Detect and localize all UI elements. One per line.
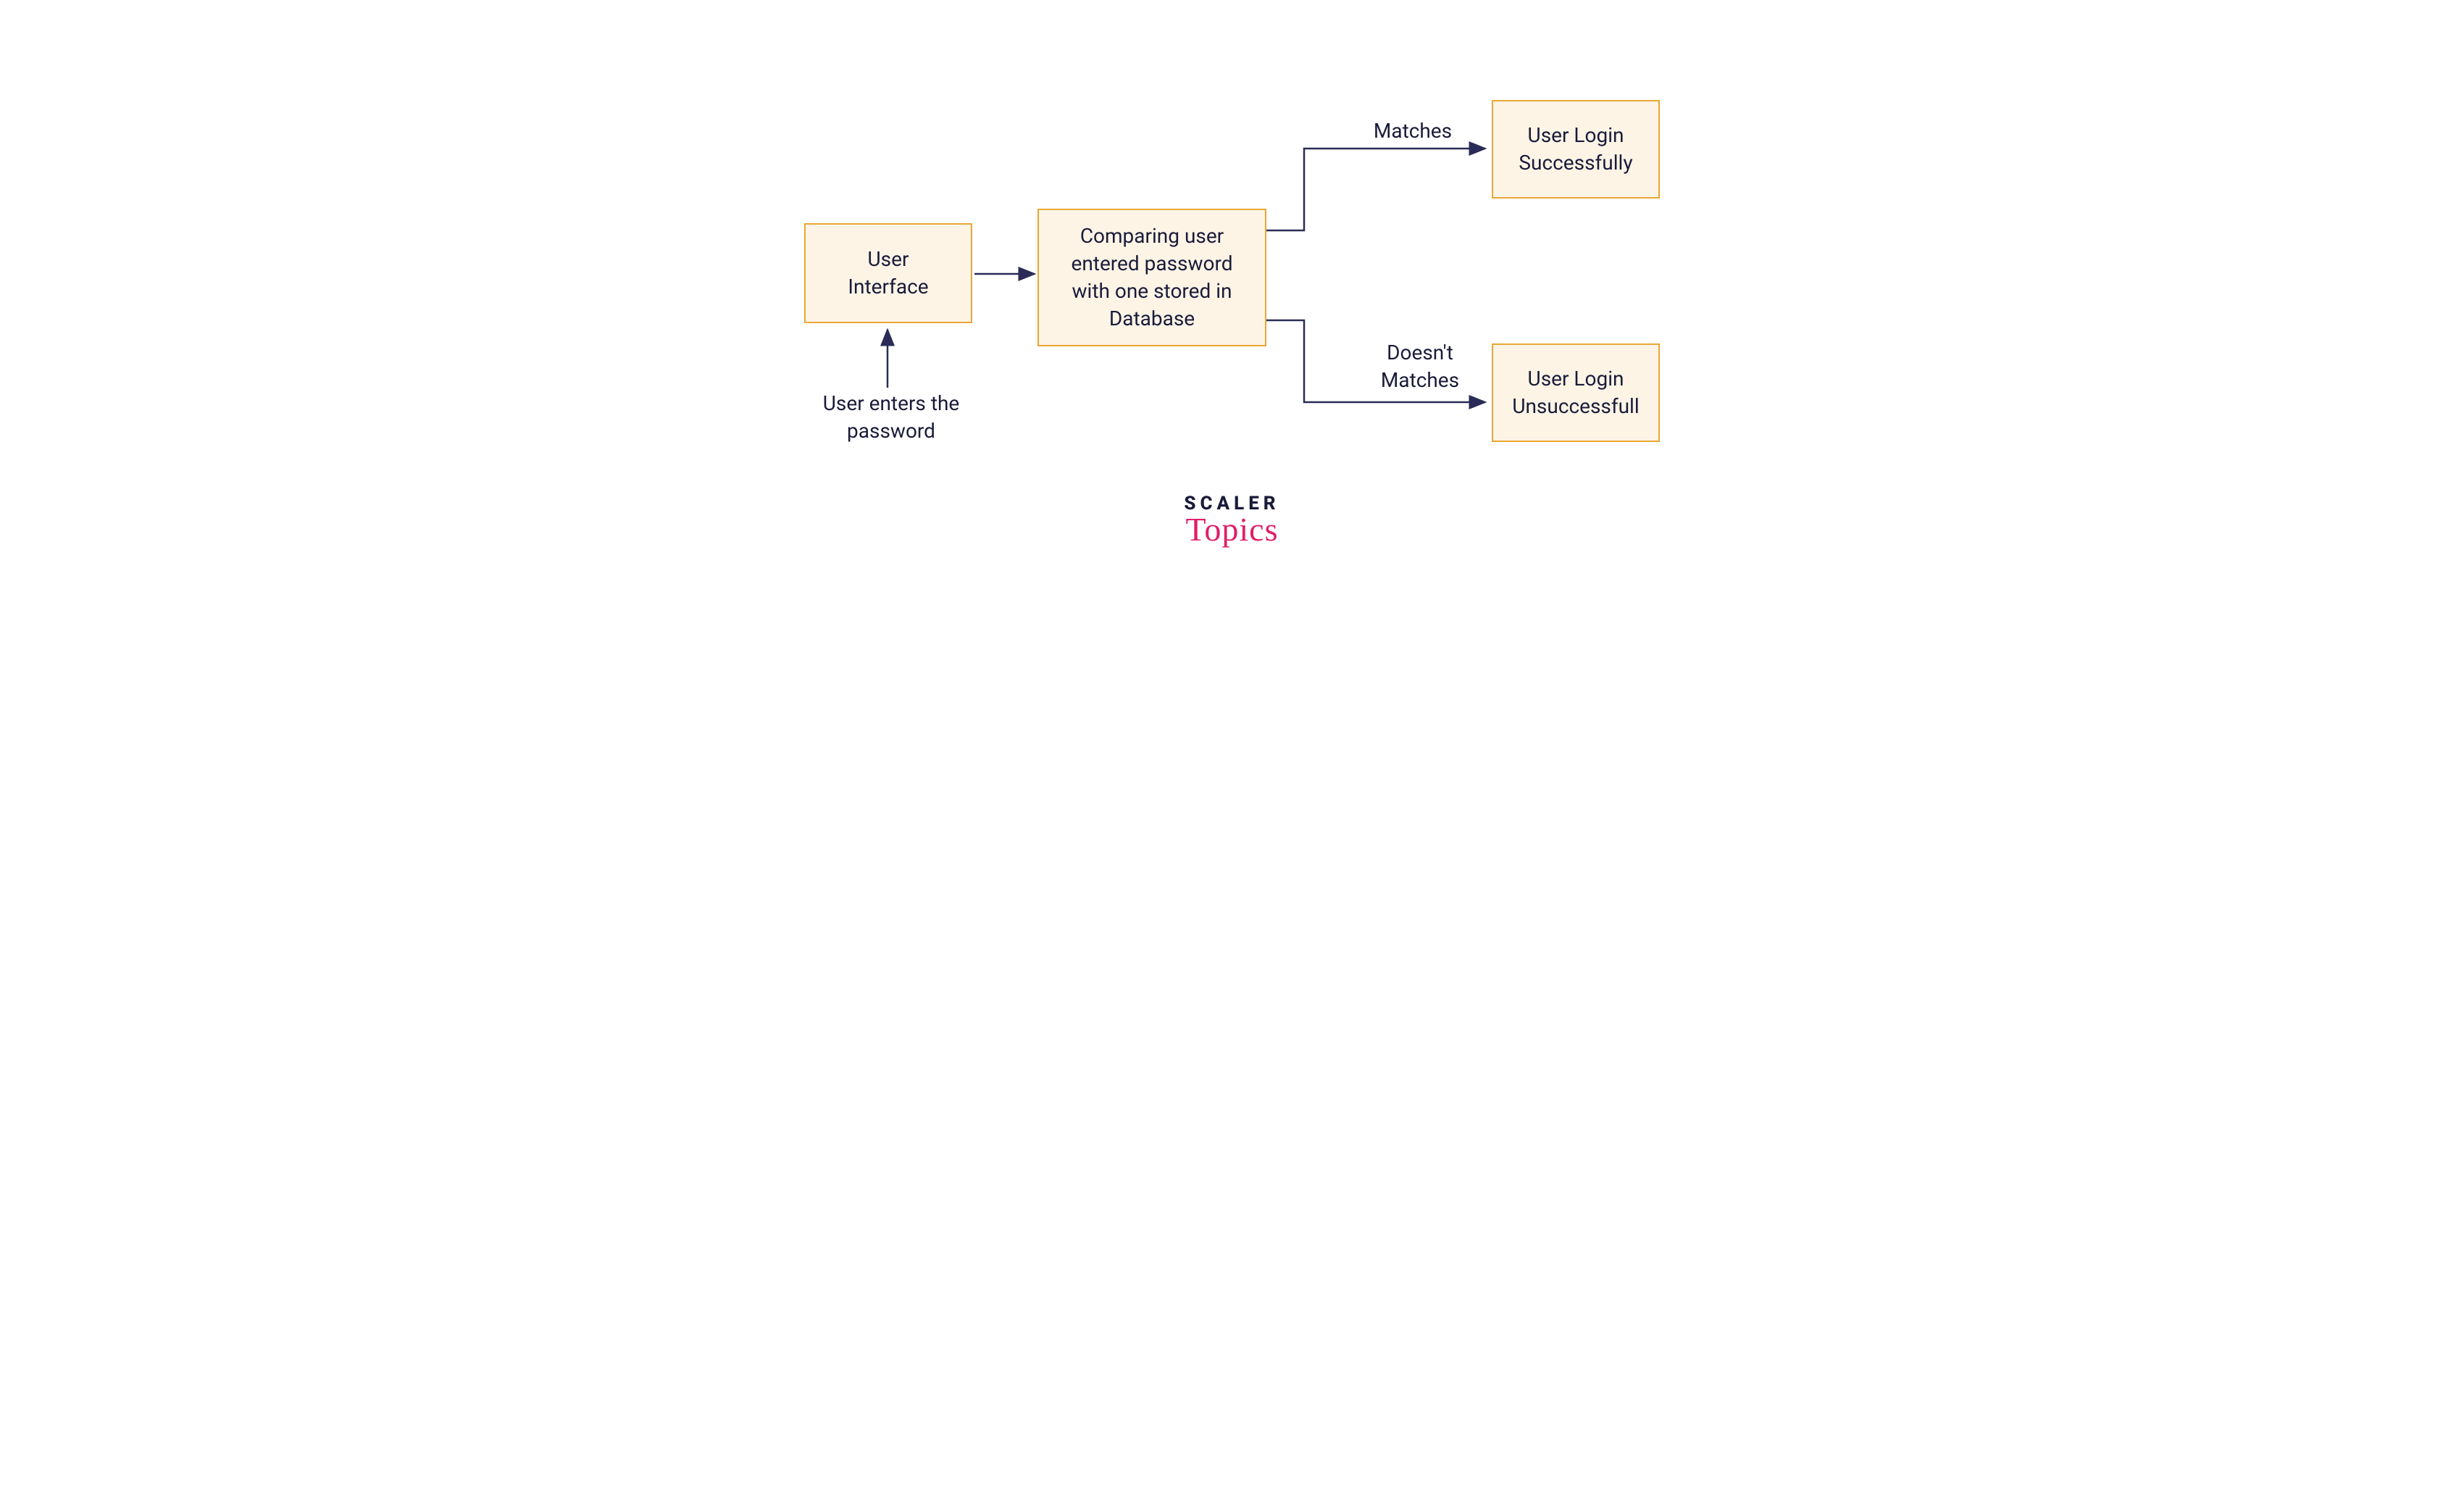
brand-line2: Topics <box>1184 510 1279 549</box>
node-login-success: User Login Successfully <box>1492 100 1660 199</box>
node-user-interface-text: UserInterface <box>848 246 928 301</box>
label-user-enters-password: User enters the password <box>811 390 971 445</box>
node-login-fail-text: User Login Unsuccessfull <box>1506 365 1645 420</box>
arrow-compare-to-success <box>1266 149 1485 230</box>
node-user-interface: UserInterface <box>804 223 972 323</box>
node-login-success-text: User Login Successfully <box>1506 122 1645 177</box>
node-compare-password-text: Comparing user entered password with one… <box>1052 222 1252 332</box>
brand-logo: SCALER Topics <box>1184 493 1279 549</box>
node-compare-password: Comparing user entered password with one… <box>1037 209 1266 346</box>
label-doesnt-match: Doesn't Matches <box>1355 339 1485 394</box>
node-login-fail: User Login Unsuccessfull <box>1492 343 1660 442</box>
flowchart-canvas: UserInterface Comparing user entered pas… <box>724 0 1740 620</box>
label-matches: Matches <box>1355 117 1471 145</box>
